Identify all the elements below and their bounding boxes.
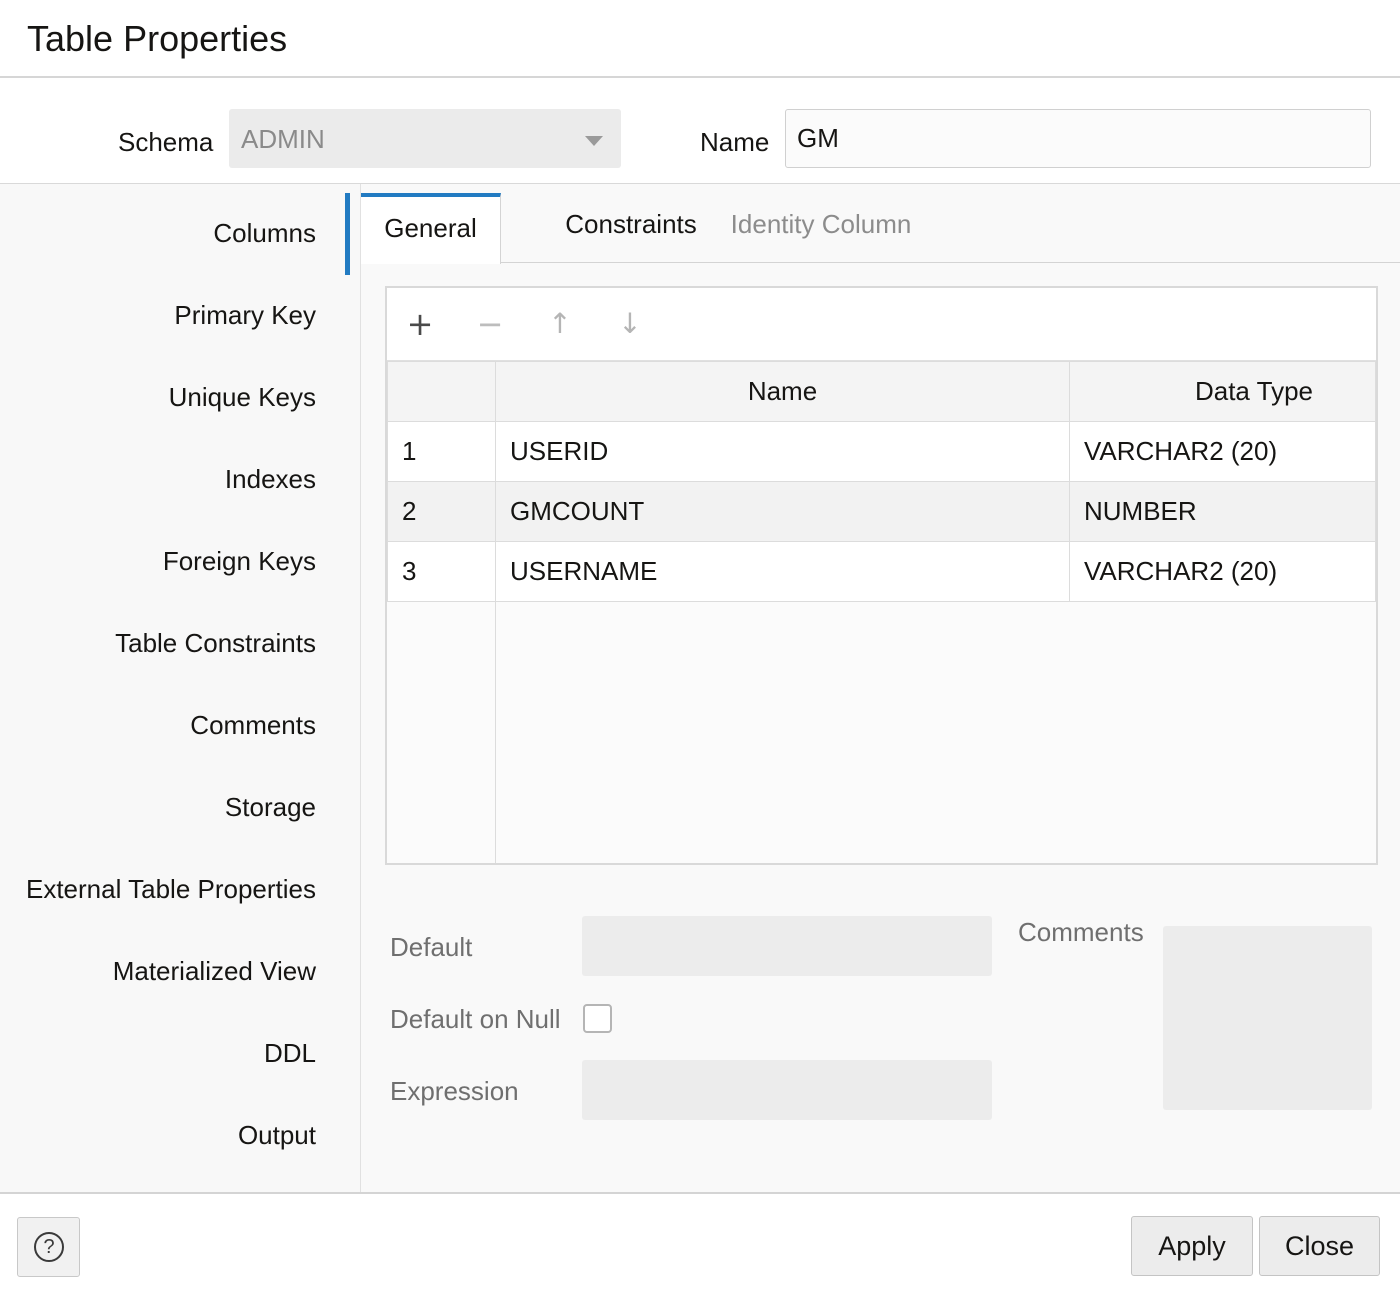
columns-table: Name Data Type 1 USERID VARCHAR2 (20) 2 … bbox=[387, 361, 1376, 602]
sidebar-item-ddl[interactable]: DDL bbox=[264, 1038, 316, 1069]
default-input[interactable] bbox=[582, 916, 992, 976]
column-header-number bbox=[387, 361, 496, 422]
sidebar: Columns Primary Key Unique Keys Indexes … bbox=[0, 184, 361, 1192]
expression-label: Expression bbox=[390, 1076, 519, 1106]
help-circle-icon: ? bbox=[34, 1232, 64, 1262]
default-on-null-label: Default on Null bbox=[390, 1004, 561, 1034]
row-number: 2 bbox=[387, 481, 496, 542]
plus-icon[interactable]: + bbox=[405, 306, 435, 342]
table-row[interactable]: 1 USERID VARCHAR2 (20) bbox=[387, 421, 1376, 482]
sidebar-item-indexes[interactable]: Indexes bbox=[225, 464, 316, 495]
sidebar-item-output[interactable]: Output bbox=[238, 1120, 316, 1151]
table-header-row: Name Data Type bbox=[387, 361, 1376, 422]
columns-grid: + − ↑ ↓ Name Data Type 1 USERID VARCHAR2… bbox=[385, 286, 1378, 865]
sidebar-item-foreign-keys[interactable]: Foreign Keys bbox=[163, 546, 316, 577]
tab-constraints[interactable]: Constraints bbox=[531, 193, 731, 263]
default-label: Default bbox=[390, 932, 473, 962]
table-header-fields: Schema ADMIN Name GM bbox=[0, 80, 1400, 184]
table-row-selected[interactable]: 2 GMCOUNT NUMBER bbox=[387, 481, 1376, 542]
default-on-null-checkbox[interactable] bbox=[583, 1004, 612, 1033]
dialog-title: Table Properties bbox=[27, 18, 288, 59]
column-name-cell[interactable]: USERNAME bbox=[495, 541, 1070, 602]
table-name-input[interactable]: GM bbox=[785, 109, 1371, 168]
schema-select[interactable]: ADMIN bbox=[229, 109, 621, 168]
sidebar-active-indicator bbox=[345, 193, 350, 275]
tab-general[interactable]: General bbox=[361, 193, 501, 264]
expression-input[interactable] bbox=[582, 1060, 992, 1120]
comments-textarea[interactable] bbox=[1163, 926, 1372, 1110]
arrow-up-icon[interactable]: ↑ bbox=[545, 306, 575, 342]
column-header-data-type[interactable]: Data Type bbox=[1069, 361, 1376, 422]
sidebar-item-unique-keys[interactable]: Unique Keys bbox=[169, 382, 316, 413]
dialog-footer: ? Apply Close bbox=[0, 1192, 1400, 1290]
help-button[interactable]: ? bbox=[17, 1217, 80, 1277]
sidebar-item-external-table-properties[interactable]: External Table Properties bbox=[26, 874, 316, 905]
tab-identity-column[interactable]: Identity Column bbox=[726, 193, 916, 263]
data-type-cell[interactable]: NUMBER bbox=[1069, 481, 1376, 542]
dialog-title-bar: Table Properties bbox=[0, 0, 1400, 78]
name-label: Name bbox=[700, 127, 770, 157]
close-button[interactable]: Close bbox=[1259, 1216, 1380, 1276]
data-type-cell[interactable]: VARCHAR2 (20) bbox=[1069, 421, 1376, 482]
sidebar-item-comments[interactable]: Comments bbox=[190, 710, 316, 741]
schema-value: ADMIN bbox=[241, 124, 325, 154]
row-number: 1 bbox=[387, 421, 496, 482]
arrow-down-icon[interactable]: ↓ bbox=[615, 306, 645, 342]
schema-label: Schema bbox=[118, 127, 214, 157]
apply-button[interactable]: Apply bbox=[1131, 1216, 1253, 1276]
minus-icon[interactable]: − bbox=[475, 306, 505, 342]
sidebar-item-columns[interactable]: Columns bbox=[213, 218, 316, 249]
grid-toolbar: + − ↑ ↓ bbox=[387, 288, 1376, 361]
sidebar-item-materialized-view[interactable]: Materialized View bbox=[113, 956, 316, 987]
table-row[interactable]: 3 USERNAME VARCHAR2 (20) bbox=[387, 541, 1376, 602]
data-type-cell[interactable]: VARCHAR2 (20) bbox=[1069, 541, 1376, 602]
column-name-cell[interactable]: USERID bbox=[495, 421, 1070, 482]
row-number: 3 bbox=[387, 541, 496, 602]
grid-empty-divider bbox=[495, 601, 496, 863]
column-header-name[interactable]: Name bbox=[495, 361, 1070, 422]
sidebar-item-primary-key[interactable]: Primary Key bbox=[174, 300, 316, 331]
sidebar-item-table-constraints[interactable]: Table Constraints bbox=[115, 628, 316, 659]
columns-panel: General Constraints Identity Column + − … bbox=[361, 184, 1400, 1192]
column-name-cell[interactable]: GMCOUNT bbox=[495, 481, 1070, 542]
comments-label: Comments bbox=[1018, 917, 1144, 947]
chevron-down-icon bbox=[585, 136, 603, 146]
sidebar-item-storage[interactable]: Storage bbox=[225, 792, 316, 823]
tab-bar: General Constraints Identity Column bbox=[361, 193, 1400, 264]
